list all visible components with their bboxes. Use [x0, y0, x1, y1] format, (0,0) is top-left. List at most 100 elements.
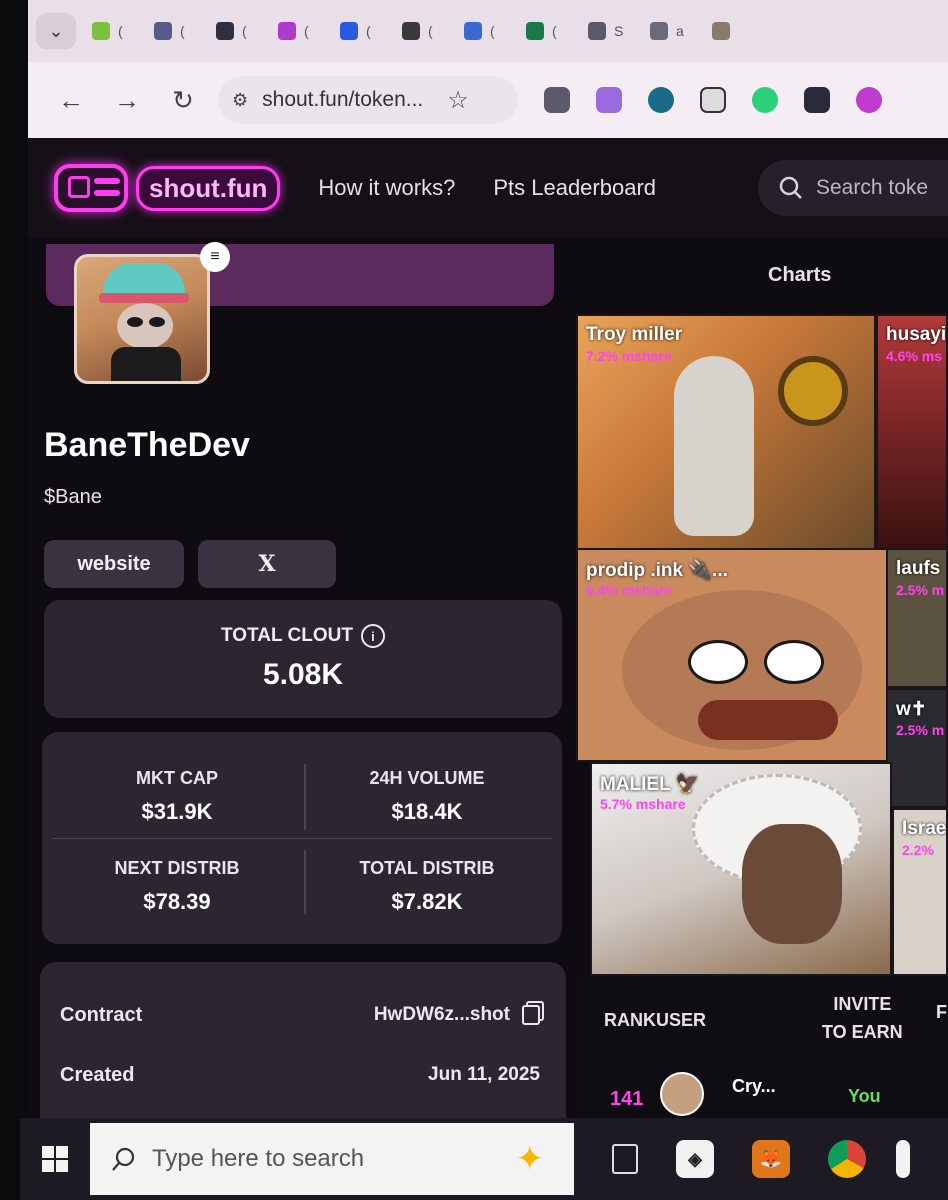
nav-how-it-works[interactable]: How it works?: [318, 175, 455, 201]
browser-tab[interactable]: (: [454, 14, 516, 48]
tab-label: (: [304, 23, 309, 39]
browser-tab[interactable]: (: [516, 14, 578, 48]
holder-tile-laufs[interactable]: laufs 2.5% m: [886, 548, 948, 688]
x-link-button[interactable]: X: [198, 540, 336, 588]
holder-share: 5.7% mshare: [600, 796, 686, 812]
logo-text: shout.fun: [136, 165, 281, 211]
token-name: BaneTheDev: [44, 426, 250, 464]
holder-share: 2.5% m: [896, 582, 945, 598]
metamask-icon[interactable]: 🦊: [752, 1140, 790, 1178]
browser-tab[interactable]: (: [206, 14, 268, 48]
tab-label: (: [428, 23, 433, 39]
divider: [52, 838, 552, 839]
site-logo[interactable]: shout.fun: [54, 164, 281, 212]
task-view-icon[interactable]: [612, 1144, 638, 1174]
bookmark-star-icon[interactable]: ☆: [447, 86, 469, 115]
stat-24h-volume: 24H VOLUME $18.4K: [302, 768, 552, 825]
extension-dice-icon[interactable]: [804, 87, 830, 113]
token-avatar: [74, 254, 210, 384]
charts-tab[interactable]: Charts: [768, 264, 831, 287]
extension-green-icon[interactable]: [752, 87, 778, 113]
tab-favicon-icon: [712, 22, 730, 40]
tab-favicon-icon: [588, 22, 606, 40]
taskbar-search-input[interactable]: Type here to search ✦: [90, 1123, 574, 1195]
stat-market-cap: MKT CAP $31.9K: [52, 768, 302, 825]
token-search-input[interactable]: Search toke: [758, 160, 948, 216]
invite-to-earn-header[interactable]: INVITE TO EARN: [822, 990, 903, 1046]
search-placeholder: Search toke: [816, 176, 929, 199]
forward-arrow-icon[interactable]: →: [106, 79, 148, 121]
browser-tab[interactable]: [702, 14, 764, 48]
search-icon: [112, 1147, 135, 1171]
file-icon[interactable]: [896, 1140, 910, 1178]
taskbar-search-placeholder: Type here to search: [152, 1145, 365, 1172]
reload-icon[interactable]: ↻: [162, 79, 204, 121]
holder-tile-maliel[interactable]: MALIEL 🦅 5.7% mshare: [590, 762, 892, 976]
extension-block-icon[interactable]: [700, 87, 726, 113]
tab-favicon-icon: [216, 22, 234, 40]
browser-tab[interactable]: (: [144, 14, 206, 48]
total-clout-value: 5.08K: [262, 658, 344, 691]
tab-label: (: [490, 23, 495, 39]
contract-address[interactable]: HwDW6z...shot: [374, 1004, 510, 1025]
nav-pts-leaderboard[interactable]: Pts Leaderboard: [493, 175, 656, 201]
copy-icon[interactable]: [522, 1004, 540, 1025]
leaderboard-user[interactable]: Cry...: [732, 1076, 776, 1097]
stat-next-distrib: NEXT DISTRIB $78.39: [52, 858, 302, 915]
browser-tab[interactable]: (: [392, 14, 454, 48]
app-cube-icon[interactable]: ◈: [676, 1140, 714, 1178]
browser-tab[interactable]: S: [578, 14, 640, 48]
holder-name: MALIEL 🦅: [600, 774, 700, 795]
holder-tile-husay[interactable]: husayi 4.6% ms: [876, 314, 948, 550]
holder-name: w✝︎: [896, 699, 927, 720]
holder-share: 2.2%: [902, 842, 934, 858]
holder-tile-prodip[interactable]: prodip .ink 🔌... 6.4% mshare: [576, 548, 888, 762]
extension-magenta-icon[interactable]: [856, 87, 882, 113]
copilot-sparkle-icon: ✦: [515, 1140, 545, 1178]
browser-tab[interactable]: (: [268, 14, 330, 48]
leaderboard: RANKUSER INVITE TO EARN F 141 Cry... You: [576, 976, 948, 1118]
stat-value: $31.9K: [141, 799, 213, 824]
tab-favicon-icon: [650, 22, 668, 40]
extension-globe-icon[interactable]: [648, 87, 674, 113]
holder-tile-wt[interactable]: w✝︎ 2.5% m: [886, 688, 948, 808]
chrome-icon[interactable]: [828, 1140, 866, 1178]
tab-favicon-icon: [154, 22, 172, 40]
token-info-card: Contract HwDW6z...shot Created Jun 11, 2…: [40, 962, 566, 1118]
token-stats-grid: MKT CAP $31.9K 24H VOLUME $18.4K NEXT DI…: [42, 732, 562, 944]
contract-label: Contract: [60, 1004, 143, 1026]
stat-value: $18.4K: [391, 799, 463, 824]
tab-list-chevron-icon[interactable]: ⌄: [36, 13, 76, 49]
tab-label: a: [676, 23, 684, 39]
browser-tab[interactable]: a: [640, 14, 702, 48]
browser-tab-bar: ⌄ ((((((((Sa: [28, 0, 948, 62]
extra-header[interactable]: F: [936, 1002, 947, 1023]
tab-favicon-icon: [278, 22, 296, 40]
holder-name: prodip .ink 🔌...: [586, 560, 728, 581]
holder-tile-troy[interactable]: Troy miller 7.2% mshare: [576, 314, 876, 550]
info-icon[interactable]: i: [360, 624, 385, 648]
tab-label: (: [552, 23, 557, 39]
back-arrow-icon[interactable]: ←: [50, 79, 92, 121]
site-header: shout.fun How it works? Pts Leaderboard …: [28, 138, 948, 238]
site-settings-icon[interactable]: ⚙: [232, 90, 248, 111]
tab-favicon-icon: [526, 22, 544, 40]
rank-user-header[interactable]: RANKUSER: [604, 1010, 706, 1031]
holder-tile-israe[interactable]: Israe 2.2%: [892, 808, 948, 976]
total-clout-label: TOTAL CLOUT: [221, 625, 353, 647]
website-button[interactable]: website: [44, 540, 184, 588]
start-button[interactable]: [20, 1118, 90, 1200]
stat-value: $78.39: [143, 889, 211, 914]
created-row: Created Jun 11, 2025: [60, 1064, 540, 1087]
holder-name: Troy miller: [586, 324, 683, 345]
browser-tab[interactable]: (: [330, 14, 392, 48]
address-bar[interactable]: ⚙ shout.fun/token... ☆: [218, 76, 518, 124]
holder-share: 6.4% mshare: [586, 582, 672, 598]
stat-label: TOTAL DISTRIB: [359, 858, 495, 878]
extension-chart-icon[interactable]: [544, 87, 570, 113]
stat-value: $7.82K: [391, 889, 463, 914]
browser-tab[interactable]: (: [82, 14, 144, 48]
tab-favicon-icon: [92, 22, 110, 40]
extension-purple-icon[interactable]: [596, 87, 622, 113]
tab-strip: ((((((((Sa: [82, 14, 764, 48]
